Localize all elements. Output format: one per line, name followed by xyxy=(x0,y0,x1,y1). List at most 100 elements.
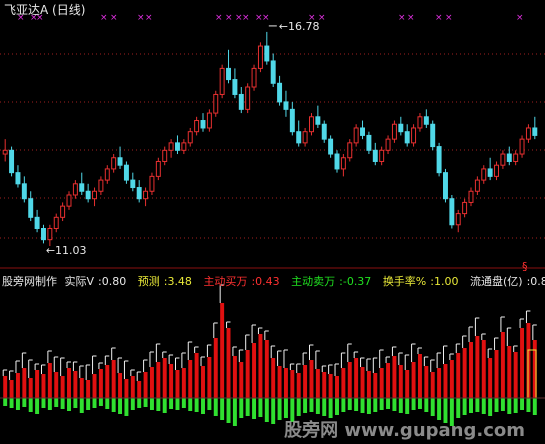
volume-sell-bar xyxy=(41,398,46,408)
volume-buy-bar xyxy=(207,357,212,398)
volume-sell-bar xyxy=(347,398,352,410)
volume-buy-bar xyxy=(443,364,448,398)
volume-sell-bar xyxy=(239,398,244,418)
volume-buy-bar xyxy=(379,368,384,398)
volume-buy-bar xyxy=(386,363,391,398)
candle-body xyxy=(270,60,276,84)
volume-sell-bar xyxy=(456,398,461,418)
volume-buy-bar xyxy=(79,378,84,398)
candle-body xyxy=(85,190,91,200)
candle-body xyxy=(200,120,206,129)
candle-body xyxy=(308,116,314,133)
volume-sell-bar xyxy=(494,398,499,412)
volume-buy-bar xyxy=(296,373,301,398)
volume-buy-bar xyxy=(252,343,257,398)
volume-buy-bar xyxy=(156,362,161,398)
volume-buy-bar xyxy=(175,370,180,398)
volume-sell-bar xyxy=(137,398,142,408)
volume-buy-bar xyxy=(475,336,480,398)
candle-body xyxy=(366,134,372,151)
volume-buy-bar xyxy=(271,358,276,398)
volume-buy-bar xyxy=(449,360,454,398)
volume-buy-bar xyxy=(309,360,314,398)
volume-sell-bar xyxy=(417,398,422,409)
chart-title: 飞亚达A (日线) xyxy=(4,3,86,17)
candle-body xyxy=(283,101,289,110)
candle-body xyxy=(353,127,359,144)
candle-body xyxy=(423,116,429,125)
volume-sell-bar xyxy=(9,398,14,408)
candle-body xyxy=(66,194,72,207)
volume-sell-bar xyxy=(283,398,288,418)
candle-body xyxy=(494,164,500,177)
candle-body xyxy=(174,142,180,151)
volume-buy-bar xyxy=(41,374,46,398)
volume-sell-bar xyxy=(258,398,263,417)
candle-body xyxy=(340,157,346,170)
candle-body xyxy=(111,157,117,170)
candle-body xyxy=(449,198,455,226)
volume-sell-bar xyxy=(328,398,333,418)
volume-sell-bar xyxy=(488,398,493,416)
low-price-label: ←11.03 xyxy=(46,244,87,257)
volume-sell-bar xyxy=(277,398,282,420)
candle-body xyxy=(430,123,436,148)
signal-marker: × xyxy=(137,13,145,23)
candle-body xyxy=(34,216,40,229)
volume-buy-bar xyxy=(488,358,493,398)
signal-marker: × xyxy=(110,13,118,23)
candle-body xyxy=(123,164,129,181)
volume-buy-bar xyxy=(124,379,129,398)
volume-buy-bar xyxy=(507,346,512,398)
volume-sell-bar xyxy=(194,398,199,412)
candle-body xyxy=(206,112,212,129)
volume-buy-bar xyxy=(456,353,461,398)
candle-body xyxy=(372,149,378,162)
candle-body xyxy=(436,146,442,174)
volume-buy-bar xyxy=(28,378,33,398)
candle-body xyxy=(442,172,448,200)
volume-buy-bar xyxy=(226,328,231,398)
volume-buy-bar xyxy=(398,365,403,398)
volume-buy-bar xyxy=(303,365,308,398)
candle-body xyxy=(411,127,417,144)
volume-sell-bar xyxy=(22,398,27,407)
candle-body xyxy=(404,131,410,144)
volume-buy-bar xyxy=(169,364,174,398)
volume-buy-bar xyxy=(258,334,263,398)
volume-sell-bar xyxy=(213,398,218,416)
volume-sell-bar xyxy=(303,398,308,413)
volume-sell-bar xyxy=(86,398,91,410)
volume-buy-bar xyxy=(513,352,518,398)
volume-sell-bar xyxy=(201,398,205,414)
volume-sell-bar xyxy=(520,398,525,410)
volume-buy-bar xyxy=(181,368,186,398)
volume-sell-bar xyxy=(296,398,301,416)
candle-body xyxy=(2,149,8,155)
candle-body xyxy=(264,45,270,62)
volume-buy-bar xyxy=(98,369,103,398)
candle-body xyxy=(334,153,340,170)
candle-body xyxy=(98,179,104,192)
volume-buy-bar xyxy=(245,350,250,398)
volume-buy-bar xyxy=(162,358,167,398)
volume-buy-bar xyxy=(111,360,116,398)
volume-buy-bar xyxy=(130,376,135,398)
signal-marker: × xyxy=(407,13,415,23)
volume-sell-bar xyxy=(207,398,212,410)
kline-chart: ←16.78←11.03× ×× × × × × × × × × × × × × × × × × ×§ xyxy=(0,13,545,426)
candle-body xyxy=(474,179,480,192)
signal-marker: × xyxy=(445,13,453,23)
candle-body xyxy=(251,67,257,88)
volume-sell-bar xyxy=(92,398,97,408)
candle-body xyxy=(130,179,136,189)
volume-sell-bar xyxy=(143,398,148,407)
volume-sell-bar xyxy=(354,398,359,411)
signal-marker: × xyxy=(145,13,153,23)
volume-buy-bar xyxy=(328,374,333,398)
candle-body xyxy=(302,131,308,144)
volume-sell-bar xyxy=(111,398,116,412)
indicator-item-turnover: 换手率%:1.00 xyxy=(382,275,459,288)
watermark: 股旁网 www.gupang.com xyxy=(284,420,525,441)
volume-buy-bar xyxy=(264,340,269,398)
